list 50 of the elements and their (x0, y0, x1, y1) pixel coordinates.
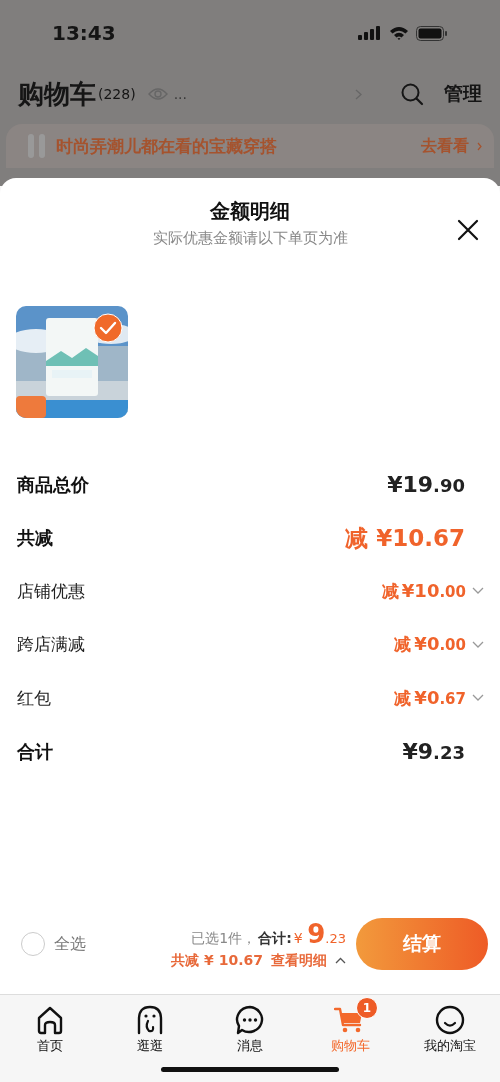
tab[interactable]: 首页 (0, 995, 100, 1067)
chevron-down-icon[interactable] (472, 640, 484, 649)
total-label: 合计: (258, 929, 292, 948)
saved-amount: 共减 ¥ 10.67 (171, 951, 263, 970)
discount-value[interactable]: 减 ¥10.00 (381, 579, 466, 603)
row-label: 共减 (17, 526, 54, 551)
row-label: 店铺优惠 (17, 579, 86, 603)
cart-count-badge: 1 (356, 997, 378, 1019)
ellipsis-text: ... (173, 86, 188, 102)
amount-value: ¥19.90 (387, 472, 465, 498)
selected-count: 已选1件， (191, 929, 257, 948)
eye-icon[interactable] (147, 87, 168, 101)
chevron-right-icon[interactable] (355, 88, 362, 100)
row-label: 合计 (17, 739, 54, 764)
chevron-down-icon[interactable] (472, 587, 484, 596)
item-count: (228) (98, 86, 136, 102)
search-icon[interactable] (400, 82, 424, 106)
details-link[interactable]: 查看明细 (271, 951, 327, 970)
discount-value[interactable]: 减 ¥0.67 (394, 686, 466, 710)
close-icon[interactable] (457, 219, 479, 241)
tab[interactable]: 消息 (200, 995, 300, 1067)
manage-button[interactable]: 管理 (444, 81, 482, 107)
tab[interactable]: 1 购物车 (300, 995, 400, 1067)
row-label: 红包 (17, 686, 52, 710)
chat-bubble-icon (235, 1005, 265, 1035)
chevron-right-icon (477, 141, 482, 151)
select-all-label[interactable]: 全选 (54, 933, 172, 955)
row-label: 商品总价 (17, 472, 90, 497)
smiley-icon (435, 1005, 465, 1035)
status-time: 13:43 (52, 21, 116, 45)
chevron-up-icon[interactable] (335, 957, 346, 964)
sheet-title: 金额明细 (210, 198, 290, 225)
discount-value: 减 ¥10.67 (345, 523, 465, 553)
row-label: 跨店满减 (17, 633, 86, 657)
total-amount: ¥ 9.23 (293, 918, 346, 949)
amount-value: ¥9.23 (402, 739, 465, 765)
discount-value[interactable]: 减 ¥0.00 (394, 633, 466, 657)
battery-icon (416, 25, 448, 41)
sheet-subtitle: 实际优惠金额请以下单页为准 (152, 229, 348, 248)
chevron-down-icon[interactable] (472, 694, 484, 703)
tab[interactable]: 我的淘宝 (400, 995, 500, 1067)
signal-icon (358, 26, 382, 40)
wifi-icon (389, 26, 409, 40)
checkmark-icon[interactable] (93, 313, 123, 343)
home-icon (35, 1005, 65, 1035)
page-title: 购物车 (18, 77, 96, 111)
ghost-face-icon (135, 1005, 165, 1035)
checkout-button[interactable]: 结算 (356, 918, 488, 970)
banner-text: 时尚弄潮儿都在看的宝藏穿搭 (56, 134, 278, 158)
tab[interactable]: 逛逛 (100, 995, 200, 1067)
